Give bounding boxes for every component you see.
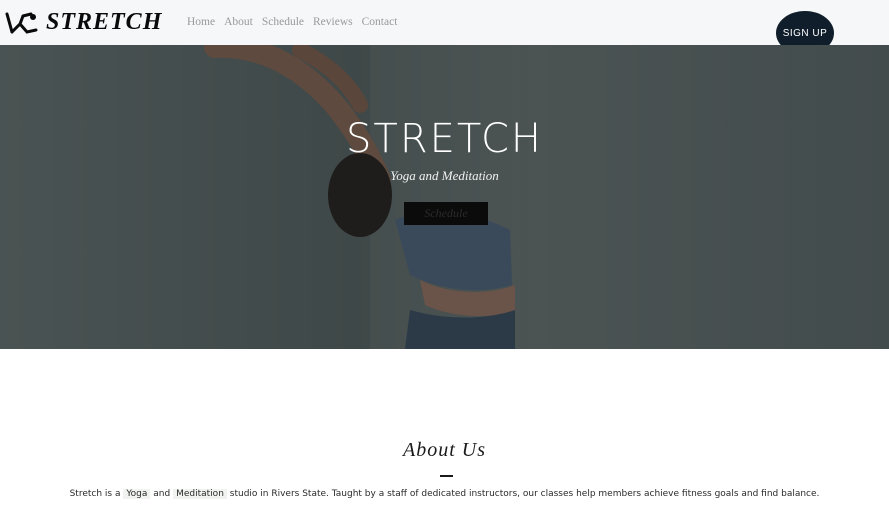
hero-title: STRETCH xyxy=(346,116,543,162)
site-logo[interactable]: STRETCH xyxy=(46,8,162,36)
nav-contact[interactable]: Contact xyxy=(362,14,398,30)
hero-yoga-photo xyxy=(204,45,520,349)
main-nav: Home About Schedule Reviews Contact xyxy=(187,14,406,30)
about-text-rest: studio in Rivers State. Taught by a staf… xyxy=(229,489,820,499)
about-text-intro: Stretch is a xyxy=(69,489,121,499)
nav-home[interactable]: Home xyxy=(187,14,215,30)
about-description: Stretch is a Yoga and Meditation studio … xyxy=(0,488,889,500)
about-divider xyxy=(440,475,453,477)
nav-reviews[interactable]: Reviews xyxy=(313,14,353,30)
hero-banner: STRETCH Yoga and Meditation Schedule xyxy=(0,45,889,349)
hero-subtitle: Yoga and Meditation xyxy=(390,168,499,183)
meditation-tag: Meditation xyxy=(173,489,227,499)
about-title: About Us xyxy=(403,439,486,461)
nav-schedule[interactable]: Schedule xyxy=(262,14,304,30)
site-header: STRETCH Home About Schedule Reviews Cont… xyxy=(0,0,889,55)
nav-about[interactable]: About xyxy=(224,14,253,30)
yoga-pose-logo-icon xyxy=(5,12,38,34)
schedule-button[interactable]: Schedule xyxy=(404,202,488,225)
about-text-and: and xyxy=(153,489,171,499)
yoga-tag: Yoga xyxy=(123,489,151,499)
